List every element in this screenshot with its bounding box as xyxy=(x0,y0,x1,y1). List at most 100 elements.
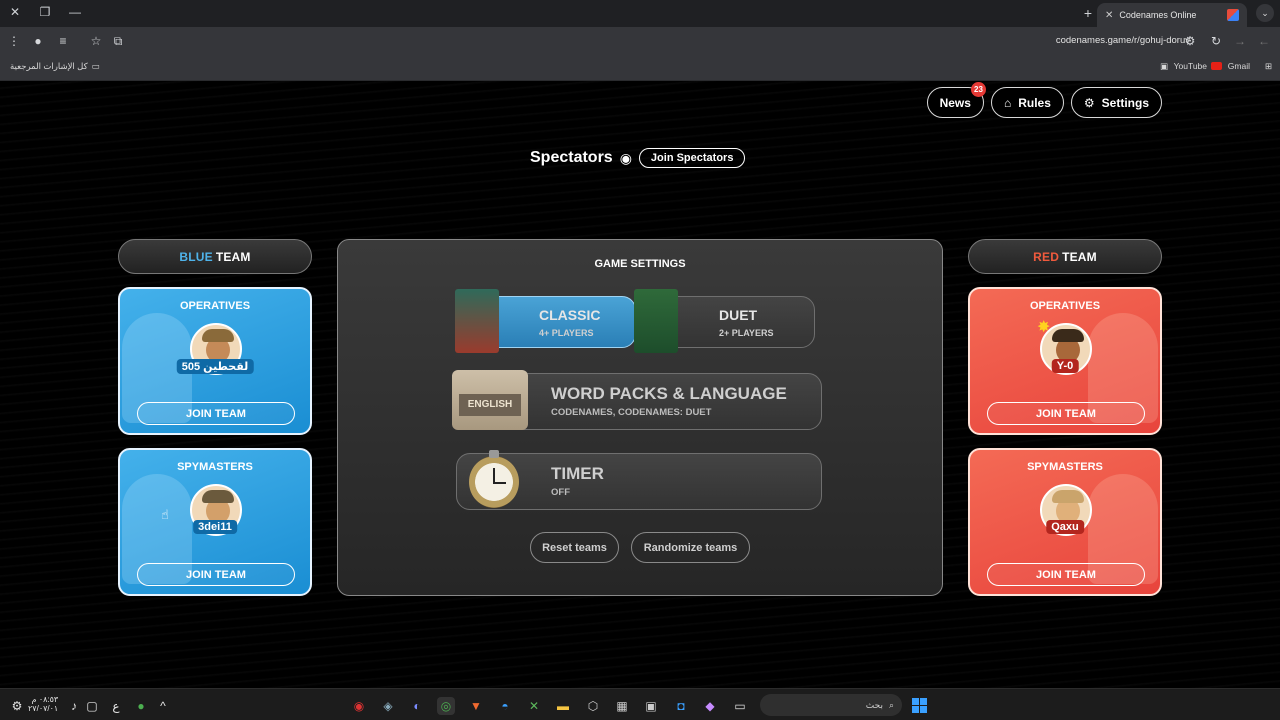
codenames-lobby: News 23 ⌂ Rules ⚙ Settings Spectators ◉ … xyxy=(0,81,1280,688)
chrome-icon[interactable]: ◎ xyxy=(437,697,455,715)
rules-button[interactable]: ⌂ Rules xyxy=(990,87,1064,118)
windows-taskbar: ٠٨:٥٣ م ٢٧/٠٧/٠١ ⚙ ♪ ▢ ع ● ^ ◉ ◈ ◐ ◎ ▼ ◓… xyxy=(0,688,1280,720)
duet-title: DUET xyxy=(719,307,758,323)
classic-box-art xyxy=(455,289,499,353)
back-icon[interactable]: → xyxy=(1232,34,1248,48)
volume-icon[interactable]: ♪ xyxy=(65,697,83,715)
search-icon: ⌕ xyxy=(888,699,894,710)
app-icon-1[interactable]: ◉ xyxy=(350,697,368,715)
apps-grid-icon[interactable]: ⊞ xyxy=(1265,61,1272,72)
news-button[interactable]: News 23 xyxy=(926,82,986,118)
bookmarks-bar: كل الإشارات المرجعية ▭ YouTube ▣ Gmail ⊞ xyxy=(0,57,1280,81)
eye-icon: ◉ xyxy=(619,149,632,166)
all-bookmarks-label: كل الإشارات المرجعية xyxy=(10,61,88,71)
duet-box-art xyxy=(634,289,678,353)
notification-icon[interactable]: ⚙ xyxy=(8,697,26,715)
blue-team-highlight: BLUE xyxy=(179,249,213,264)
timer-title: TIMER xyxy=(551,464,604,483)
bookmark-youtube-2[interactable]: ▣ xyxy=(1160,61,1168,72)
windows-start-icon[interactable] xyxy=(912,698,927,713)
blue-team-header: BLUE TEAM xyxy=(118,239,312,274)
reset-teams-button[interactable]: Reset teams xyxy=(530,532,619,563)
app-icon-4[interactable]: ▭ xyxy=(731,697,749,715)
brave-icon[interactable]: ▼ xyxy=(467,697,485,715)
duet-mode-button[interactable]: DUET 2+ PLAYERS xyxy=(634,289,815,353)
reload-icon[interactable]: ↻ xyxy=(1208,34,1224,48)
clock[interactable]: ٠٨:٥٣ م ٢٧/٠٧/٠١ xyxy=(28,695,58,713)
classic-subtitle: 4+ PLAYERS xyxy=(539,328,594,338)
close-window-icon[interactable]: ✕ xyxy=(7,5,23,19)
duet-subtitle: 2+ PLAYERS xyxy=(719,328,774,338)
taskbar-search[interactable]: بحث ⌕ xyxy=(760,694,902,716)
news-label: News xyxy=(939,95,971,110)
blue-team-title: TEAM xyxy=(215,249,251,264)
tab-title: Codenames Online xyxy=(1119,10,1197,20)
tab-close-icon[interactable]: ✕ xyxy=(1105,10,1113,21)
mouse-cursor-icon: ☝ xyxy=(161,507,169,522)
spectators-title: Spectators xyxy=(530,149,613,166)
bookmark-star-icon[interactable]: ☆ xyxy=(88,34,104,48)
word-packs-button[interactable]: ENGLISH WORD PACKS & LANGUAGE CODENAMES,… xyxy=(452,370,822,430)
browser-tab[interactable]: ✕ Codenames Online xyxy=(1097,3,1247,27)
red-team-highlight: RED xyxy=(1033,249,1060,264)
red-operatives-title: OPERATIVES xyxy=(1029,300,1101,312)
bookmark-youtube[interactable]: YouTube xyxy=(1174,61,1222,71)
file-explorer-icon[interactable]: ▬ xyxy=(554,697,572,715)
timer-button[interactable]: TIMER OFF xyxy=(456,450,822,510)
randomize-teams-button[interactable]: Randomize teams xyxy=(631,532,750,563)
all-bookmarks[interactable]: كل الإشارات المرجعية ▭ xyxy=(10,61,100,72)
reading-list-icon[interactable]: ≡ xyxy=(55,34,71,48)
store-icon[interactable]: ▣ xyxy=(642,697,660,715)
browser-tab-bar: ✕ ❐ — + ✕ Codenames Online ⌄ xyxy=(0,0,1280,27)
xbox-icon[interactable]: ✕ xyxy=(525,697,543,715)
clock-time: ٠٨:٥٣ م xyxy=(31,695,59,704)
classic-mode-button[interactable]: CLASSIC 4+ PLAYERS xyxy=(455,289,636,353)
outlook-icon[interactable]: ◘ xyxy=(672,697,690,715)
steam-icon[interactable]: ◈ xyxy=(379,697,397,715)
language-box-label: ENGLISH xyxy=(459,394,521,416)
gmail-label: Gmail xyxy=(1227,61,1250,71)
bookmark-icon: ▣ xyxy=(1159,61,1168,71)
microphone-icon[interactable]: ● xyxy=(132,697,150,715)
game-settings-title: GAME SETTINGS xyxy=(594,258,686,270)
language-indicator[interactable]: ع xyxy=(107,697,125,715)
tab-search-icon[interactable]: ⌄ xyxy=(1256,4,1274,22)
word-packs-subtitle: CODENAMES, CODENAMES: DUET xyxy=(551,407,712,418)
player-name: 3dei11 xyxy=(193,520,237,534)
red-spymasters-title: SPYMASTERS xyxy=(1027,461,1103,473)
red-operatives-join-button[interactable]: JOIN TEAM xyxy=(987,402,1145,425)
network-icon[interactable]: ▢ xyxy=(83,697,101,715)
player-name: Qaxu xyxy=(1046,520,1084,534)
spectators-section: Spectators ◉ Join Spectators xyxy=(530,148,746,168)
blue-spymasters-join-button[interactable]: JOIN TEAM xyxy=(137,563,295,586)
classic-title: CLASSIC xyxy=(539,307,601,323)
discord-icon[interactable]: ◐ xyxy=(408,697,426,715)
restore-window-icon[interactable]: ❐ xyxy=(37,5,53,19)
settings-button[interactable]: ⚙ Settings xyxy=(1070,87,1162,118)
blue-operatives-card: OPERATIVES 505 لقحطين JOIN TEAM xyxy=(118,287,312,435)
word-packs-title: WORD PACKS & LANGUAGE xyxy=(551,384,787,403)
red-spymasters-card: SPYMASTERS Qaxu JOIN TEAM xyxy=(968,448,1162,596)
blue-spymasters-card: SPYMASTERS 3dei11 JOIN TEAM xyxy=(118,448,312,596)
app-icon-2[interactable]: ⬡ xyxy=(584,697,602,715)
edge-icon[interactable]: ◓ xyxy=(496,697,514,715)
copilot-icon[interactable]: ◆ xyxy=(701,697,719,715)
red-spymasters-join-button[interactable]: JOIN TEAM xyxy=(987,563,1145,586)
bookmark-gmail[interactable]: Gmail xyxy=(1228,61,1250,71)
forward-icon[interactable]: ← xyxy=(1256,34,1272,48)
translate-icon[interactable]: ⧉ xyxy=(110,34,126,49)
youtube-label: YouTube xyxy=(1173,61,1207,71)
join-spectators-button[interactable]: Join Spectators xyxy=(638,148,746,168)
bookmark-icon: ⌂ xyxy=(1003,95,1012,110)
tray-chevron-icon[interactable]: ^ xyxy=(154,697,172,715)
profile-icon[interactable]: ● xyxy=(30,34,46,48)
search-placeholder: بحث xyxy=(865,699,883,710)
minimize-window-icon[interactable]: — xyxy=(67,5,83,19)
address-bar[interactable]: codenames.game/r/gohuj-doruv xyxy=(1056,35,1190,46)
app-icon-3[interactable]: ▦ xyxy=(613,697,631,715)
menu-icon[interactable]: ⋮ xyxy=(6,34,22,48)
stopwatch-icon xyxy=(469,450,519,508)
top-nav: News 23 ⌂ Rules ⚙ Settings xyxy=(926,82,1162,118)
new-tab-icon[interactable]: + xyxy=(1084,5,1092,21)
blue-operatives-join-button[interactable]: JOIN TEAM xyxy=(137,402,295,425)
